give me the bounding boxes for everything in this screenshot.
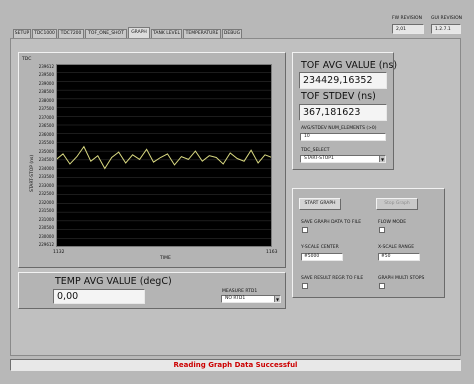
graph-multi-stops-label: GRAPH MULTI STOPS <box>378 276 425 281</box>
y-tick-label: 234500 <box>38 157 54 163</box>
y-tick-label: 232000 <box>38 199 54 205</box>
y-tick-label: 230000 <box>38 233 54 239</box>
yscale-center-label: Y-SCALE CENTER <box>301 245 339 250</box>
tab-tank-level[interactable]: TANK LEVEL <box>151 29 182 38</box>
tof-avg-label: TOF AVG VALUE (ns) <box>301 60 398 71</box>
y-tick-label: 234000 <box>38 165 54 171</box>
x-axis-end: 1163 <box>266 250 278 255</box>
temp-avg-label: TEMP AVG VALUE (degC) <box>55 276 172 287</box>
y-tick-label: 233500 <box>38 174 54 180</box>
tab-temperature[interactable]: TEMPERATURE <box>183 29 221 38</box>
tof-stdev-value: 367,181623 <box>299 104 387 121</box>
yscale-center-input[interactable]: #5000 <box>301 253 343 261</box>
x-axis-label: TIME <box>160 256 171 261</box>
save-graph-checkbox[interactable] <box>302 227 308 233</box>
tdc-select-dropdown[interactable]: START-STOP1 ▼ <box>300 155 386 163</box>
tab-graph[interactable]: GRAPH <box>128 27 150 38</box>
gui-revision-label: GUI REVISION <box>431 16 463 21</box>
xscale-range-input[interactable]: #50 <box>378 253 420 261</box>
xscale-range-label: X-SCALE RANGE <box>378 245 415 250</box>
x-axis-start: 1132 <box>53 250 65 255</box>
y-tick-label: 233000 <box>38 182 54 188</box>
save-graph-label: SAVE GRAPH DATA TO FILE <box>301 220 362 225</box>
status-bar: Reading Graph Data Successful <box>10 359 461 371</box>
y-tick-label: 229612 <box>38 242 54 247</box>
tab-tdc1000[interactable]: TDC1000 <box>32 29 57 38</box>
gui-revision-value: 1.2.7.1 <box>431 24 461 34</box>
save-result-label: SAVE RESULT REGR TO FILE <box>301 276 364 281</box>
chevron-down-icon[interactable]: ▼ <box>274 296 280 302</box>
y-tick-label: 238500 <box>38 89 54 95</box>
y-tick-label: 238000 <box>38 97 54 103</box>
y-tick-label: 231500 <box>38 208 54 214</box>
y-axis-ticks: 239612 239500 239000 238500 238000 237500 2370… <box>18 64 54 248</box>
fw-revision-label: FW REVISION <box>392 16 422 21</box>
y-tick-label: 237500 <box>38 106 54 112</box>
tab-tof-one-shot[interactable]: TOF_ONE_SHOT <box>85 29 127 38</box>
chevron-down-icon[interactable]: ▼ <box>379 156 385 162</box>
tdc-select-label: TDC_SELECT <box>301 148 330 153</box>
tof-avg-value: 234429,16352 <box>299 72 387 89</box>
temp-avg-value: 0,00 <box>53 289 145 304</box>
measure-rtd1-dropdown[interactable]: NO RTD1 ▼ <box>221 295 281 303</box>
graph-title: TDC <box>22 57 32 62</box>
y-axis-label: START-STOP (ns) <box>30 154 35 192</box>
fw-revision-value: 2,01 <box>392 24 424 34</box>
tab-debug[interactable]: DEBUG <box>222 29 242 38</box>
y-tick-label: 237000 <box>38 114 54 120</box>
measure-rtd1-label: MEASURE RTD1 <box>222 289 258 294</box>
start-graph-button[interactable]: START GRAPH <box>299 198 341 210</box>
y-tick-label: 236000 <box>38 131 54 137</box>
tab-setup[interactable]: SETUP <box>13 29 31 38</box>
status-message: Reading Graph Data Successful <box>173 361 298 369</box>
graph-plot-area <box>56 64 272 247</box>
avg-num-elements-input[interactable]: 10 <box>300 133 386 141</box>
tab-tdc7200[interactable]: TDC7200 <box>58 29 84 38</box>
measure-rtd1-value: NO RTD1 <box>225 296 246 301</box>
y-tick-label: 232500 <box>38 191 54 197</box>
tdc-select-value: START-STOP1 <box>304 156 334 161</box>
stop-graph-button[interactable]: Stop Graph <box>376 198 418 210</box>
y-tick-label: 239500 <box>38 72 54 78</box>
y-tick-label: 236500 <box>38 123 54 129</box>
y-tick-label: 239000 <box>38 80 54 86</box>
avg-num-elements-label: AVG/STDEV NUM_ELEMENTS (>0) <box>301 126 377 131</box>
flow-mode-label: FLOW MODE <box>378 220 407 225</box>
y-tick-label: 235500 <box>38 140 54 146</box>
flow-mode-checkbox[interactable] <box>379 227 385 233</box>
tof-stdev-label: TOF STDEV (ns) <box>301 91 376 102</box>
y-tick-label: 235000 <box>38 148 54 154</box>
y-tick-label: 230500 <box>38 225 54 231</box>
y-tick-label: 239612 <box>38 64 54 69</box>
save-result-checkbox[interactable] <box>302 283 308 289</box>
graph-multi-stops-checkbox[interactable] <box>379 283 385 289</box>
y-tick-label: 231000 <box>38 216 54 222</box>
